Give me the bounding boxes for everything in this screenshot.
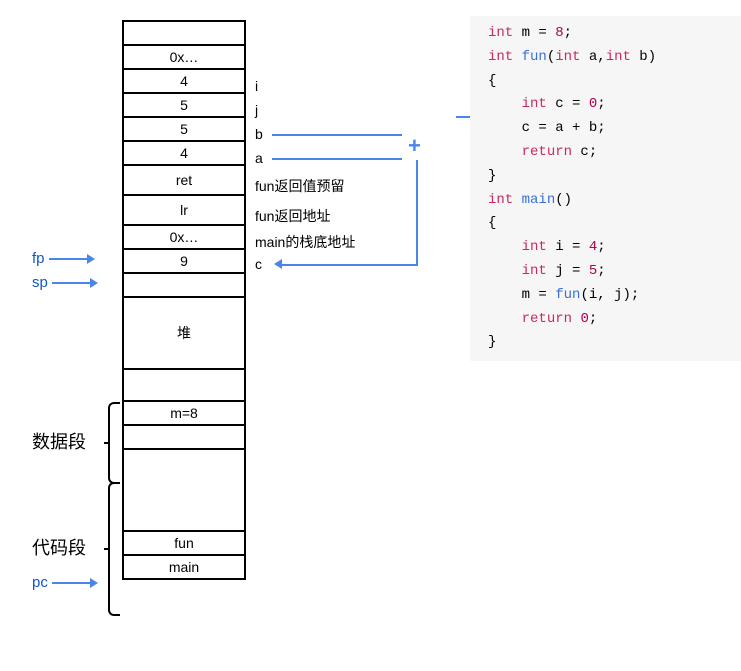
segment-label-code: 代码段 xyxy=(32,534,86,560)
brace-icon xyxy=(108,482,120,616)
code-text: c; xyxy=(572,144,597,160)
kw-return: return xyxy=(522,144,572,160)
code-text: ; xyxy=(597,96,605,112)
stack-cell xyxy=(124,22,244,44)
kw-return: return xyxy=(522,311,572,327)
kw-int: int xyxy=(488,192,513,208)
code-text: } xyxy=(488,168,496,184)
pc-label: pc xyxy=(32,574,48,591)
plus-icon: + xyxy=(408,133,421,159)
code-text: a, xyxy=(580,49,605,65)
code-text: ( xyxy=(547,49,555,65)
connector-line xyxy=(272,158,402,160)
fn-name: fun xyxy=(555,287,580,303)
code-text: b) xyxy=(631,49,656,65)
code-text: { xyxy=(488,215,496,231)
memory-column: 0x… 4 5 5 4 ret lr 0x… 9 堆 m=8 fun main xyxy=(122,20,246,580)
connector-line xyxy=(272,134,402,136)
code-text xyxy=(513,192,521,208)
data-cell-empty xyxy=(124,424,244,448)
segment-label-data: 数据段 xyxy=(32,428,86,454)
stack-cell: ret xyxy=(124,164,244,194)
code-text: (i, j); xyxy=(580,287,639,303)
code-text: c = xyxy=(547,96,589,112)
kw-int: int xyxy=(606,49,631,65)
arrow-right-icon xyxy=(52,578,98,588)
arrow-left-icon xyxy=(274,259,282,269)
num: 0 xyxy=(589,96,597,112)
kw-int: int xyxy=(522,96,547,112)
code-text: c = a + b; xyxy=(522,120,606,136)
num: 8 xyxy=(555,25,563,41)
code-text: () xyxy=(555,192,572,208)
pc-pointer: pc xyxy=(32,574,98,591)
fn-name: main xyxy=(522,192,556,208)
code-text: ; xyxy=(564,25,572,41)
kw-int: int xyxy=(488,49,513,65)
cell-label: main的栈底地址 xyxy=(255,232,385,252)
code-text: ; xyxy=(589,311,597,327)
code-cell: main xyxy=(124,554,244,578)
sp-pointer: sp xyxy=(32,274,98,291)
kw-int: int xyxy=(522,239,547,255)
stack-cell: 0x… xyxy=(124,44,244,68)
heap-section: 堆 xyxy=(124,296,244,368)
code-panel: int m = 8; int fun(int a,int b) { int c … xyxy=(470,16,741,361)
sp-label: sp xyxy=(32,274,48,291)
arrow-right-icon xyxy=(49,254,95,264)
code-cell-empty xyxy=(124,448,244,530)
stack-cell: 5 xyxy=(124,116,244,140)
fp-label: fp xyxy=(32,250,45,267)
code-text: m = xyxy=(513,25,555,41)
kw-int: int xyxy=(488,25,513,41)
stack-cell: 5 xyxy=(124,92,244,116)
code-text: ; xyxy=(597,263,605,279)
stack-cell: lr xyxy=(124,194,244,224)
num: 5 xyxy=(589,263,597,279)
data-cell-empty xyxy=(124,368,244,400)
code-text: { xyxy=(488,73,496,89)
code-cell: fun xyxy=(124,530,244,554)
code-text: m = xyxy=(522,287,556,303)
stack-cell: 0x… xyxy=(124,224,244,248)
code-text: i = xyxy=(547,239,589,255)
stack-cell: 4 xyxy=(124,68,244,92)
connector-line xyxy=(282,264,418,266)
connector-line xyxy=(416,160,418,264)
cell-label: j xyxy=(255,102,385,118)
stack-cell: 9 xyxy=(124,248,244,272)
code-text xyxy=(513,49,521,65)
num: 0 xyxy=(580,311,588,327)
cell-label: i xyxy=(255,78,385,94)
brace-icon xyxy=(108,402,120,484)
cell-label: fun返回地址 xyxy=(255,206,385,226)
kw-int: int xyxy=(555,49,580,65)
data-cell: m=8 xyxy=(124,400,244,424)
cell-label: fun返回值预留 xyxy=(255,176,385,196)
kw-int: int xyxy=(522,263,547,279)
code-text: ; xyxy=(597,239,605,255)
stack-cell-empty xyxy=(124,272,244,296)
num: 4 xyxy=(589,239,597,255)
code-text: j = xyxy=(547,263,589,279)
arrow-right-icon xyxy=(52,278,98,288)
fp-pointer: fp xyxy=(32,250,95,267)
fn-name: fun xyxy=(522,49,547,65)
stack-cell: 4 xyxy=(124,140,244,164)
code-text: } xyxy=(488,334,496,350)
